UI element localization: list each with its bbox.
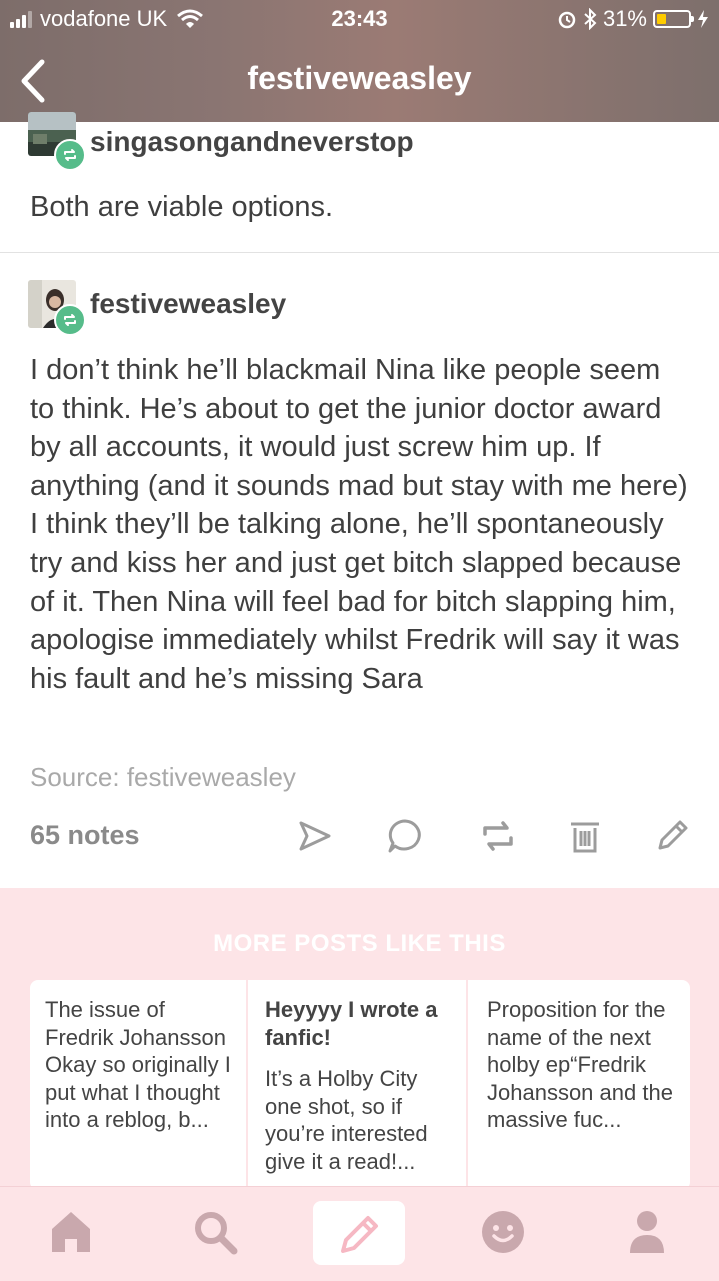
post-card-text: The issue of Fredrik Johansson Okay so o… [45, 997, 231, 1132]
edit-icon[interactable] [652, 816, 692, 856]
post-card[interactable]: The issue of Fredrik Johansson Okay so o… [30, 980, 248, 1190]
post-card[interactable]: Heyyyy I wrote a fanfic! It’s a Holby Ci… [250, 980, 468, 1190]
tab-bar [0, 1186, 719, 1281]
alarm-icon [558, 11, 576, 29]
reblog-icon[interactable] [478, 816, 518, 856]
reblog-username[interactable]: singasongandneverstop [90, 126, 414, 158]
compose-button[interactable] [313, 1201, 405, 1265]
post-card-title: Heyyyy I wrote a fanfic! [265, 997, 438, 1050]
search-icon[interactable] [190, 1207, 240, 1257]
post-card-text: It’s a Holby City one shot, so if you’re… [265, 1066, 428, 1174]
home-icon[interactable] [46, 1207, 96, 1257]
account-icon[interactable] [622, 1207, 672, 1257]
reblog-badge-icon [54, 304, 86, 336]
reblog-badge-icon [54, 139, 86, 171]
page-title: festiveweasley [247, 60, 472, 96]
post-body-text: I don’t think he’ll blackmail Nina like … [30, 354, 688, 695]
comment-icon[interactable] [385, 816, 425, 856]
battery-icon [653, 10, 694, 28]
activity-icon[interactable] [478, 1207, 528, 1257]
bluetooth-icon [584, 8, 597, 30]
share-icon[interactable] [295, 816, 335, 856]
notes-count[interactable]: 65 notes [30, 820, 140, 851]
post-source[interactable]: Source: festiveweasley [30, 762, 296, 793]
status-bar: vodafone UK 23:43 31% [0, 0, 719, 40]
reblog-text: Both are viable options. [30, 191, 334, 223]
battery-fill [657, 14, 666, 24]
reblog-username[interactable]: festiveweasley [90, 288, 286, 320]
battery-percent: 31% [602, 6, 647, 31]
post-card-text: Proposition for the name of the next hol… [487, 997, 673, 1132]
more-posts-title: MORE POSTS LIKE THIS [213, 930, 506, 957]
charging-icon [698, 10, 708, 28]
more-posts-cards: The issue of Fredrik Johansson Okay so o… [30, 980, 690, 1190]
compose-icon [341, 1216, 378, 1253]
more-posts-section: MORE POSTS LIKE THIS The issue of Fredri… [0, 888, 719, 1190]
post-card[interactable]: Proposition for the name of the next hol… [472, 980, 690, 1190]
delete-icon[interactable] [565, 816, 605, 856]
divider [0, 252, 719, 253]
app-header: vodafone UK 23:43 31% festiveweasley [0, 0, 719, 122]
